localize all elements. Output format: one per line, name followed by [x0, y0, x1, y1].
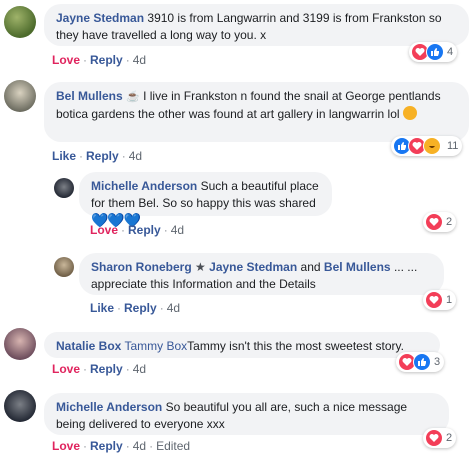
comment-text: Tammy isn't this the most sweetest story… [187, 339, 404, 353]
avatar[interactable] [4, 6, 36, 38]
comment-bubble: Bel Mullens ☕ I live in Frankston n foun… [44, 82, 469, 142]
edited-label[interactable]: Edited [156, 439, 190, 453]
reaction-summary[interactable]: 11 [391, 136, 463, 156]
avatar[interactable] [54, 257, 74, 277]
comment-actions: Love · Reply · 4d [52, 53, 147, 67]
avatar[interactable] [4, 80, 36, 112]
comment-actions: Love · Reply · 4d [52, 362, 147, 376]
reply-button[interactable]: Reply [128, 223, 161, 237]
conjunction-text: and [300, 260, 321, 274]
comment-author[interactable]: Bel Mullens [56, 89, 123, 103]
reply-button[interactable]: Reply [90, 53, 123, 67]
comment-bubble: Natalie Box Tammy BoxTammy isn't this th… [44, 332, 440, 358]
comment-actions: Like · Reply · 4d [52, 149, 143, 163]
comment-bubble: Michelle Anderson So beautiful you all a… [44, 393, 449, 435]
timestamp[interactable]: 4d [167, 301, 180, 315]
reaction-count: 2 [446, 432, 453, 444]
heart-icon [425, 213, 443, 231]
comment-author[interactable]: Michelle Anderson [56, 400, 162, 414]
comment-bubble: Jayne Stedman 3910 is from Langwarrin an… [44, 4, 469, 46]
timestamp[interactable]: 4d [133, 53, 146, 67]
timestamp[interactable]: 4d [133, 362, 146, 376]
like-icon [426, 43, 444, 61]
tagged-user[interactable]: Tammy Box [124, 339, 187, 353]
like-icon [413, 353, 431, 371]
comment-author[interactable]: Sharon Roneberg [91, 260, 192, 274]
reply-button[interactable]: Reply [86, 149, 119, 163]
comment-author[interactable]: Natalie Box [56, 339, 121, 353]
reply-button[interactable]: Reply [124, 301, 157, 315]
comment-actions: Love · Reply · 4d · Edited [52, 439, 191, 453]
comment-bubble: Michelle Anderson Such a beautiful place… [79, 172, 332, 228]
heart-icon [425, 429, 443, 447]
comment-actions: Like · Reply · 4d [90, 301, 181, 315]
tagged-user[interactable]: Jayne Stedman [209, 260, 297, 274]
love-button[interactable]: Love [90, 223, 118, 237]
reaction-summary[interactable]: 1 [423, 290, 457, 310]
reaction-count: 4 [447, 46, 454, 58]
reaction-count: 1 [446, 294, 453, 306]
like-button[interactable]: Like [52, 149, 76, 163]
timestamp[interactable]: 4d [171, 223, 184, 237]
avatar[interactable] [4, 328, 36, 360]
heart-icon [425, 291, 443, 309]
timestamp[interactable]: 4d [129, 149, 142, 163]
reaction-summary[interactable]: 3 [396, 352, 445, 372]
timestamp[interactable]: 4d [133, 439, 146, 453]
reaction-summary[interactable]: 4 [409, 42, 458, 62]
comment-author[interactable]: Jayne Stedman [56, 11, 144, 25]
tagged-user[interactable]: Bel Mullens [324, 260, 391, 274]
avatar[interactable] [54, 178, 74, 198]
love-button[interactable]: Love [52, 53, 80, 67]
comment-text: ... ... [393, 260, 418, 274]
comment-bubble: Sharon Roneberg ★ Jayne Stedman and Bel … [79, 253, 444, 295]
laughing-emoji-icon [402, 106, 417, 120]
reaction-count: 2 [446, 216, 453, 228]
avatar[interactable] [4, 390, 36, 422]
love-button[interactable]: Love [52, 439, 80, 453]
comment-author[interactable]: Michelle Anderson [91, 179, 197, 193]
love-button[interactable]: Love [52, 362, 80, 376]
reply-button[interactable]: Reply [90, 439, 123, 453]
reaction-summary[interactable]: 2 [423, 428, 457, 448]
like-button[interactable]: Like [90, 301, 114, 315]
haha-icon [423, 137, 441, 155]
comment-text: appreciate this Information and the Deta… [91, 277, 316, 291]
reaction-summary[interactable]: 2 [423, 212, 457, 232]
reaction-count: 3 [434, 356, 441, 368]
reaction-count: 11 [447, 140, 459, 152]
comment-actions: Love · Reply · 4d [90, 223, 185, 237]
coffee-icon: ☕ [126, 91, 140, 103]
reply-button[interactable]: Reply [90, 362, 123, 376]
star-icon: ★ [195, 260, 206, 274]
